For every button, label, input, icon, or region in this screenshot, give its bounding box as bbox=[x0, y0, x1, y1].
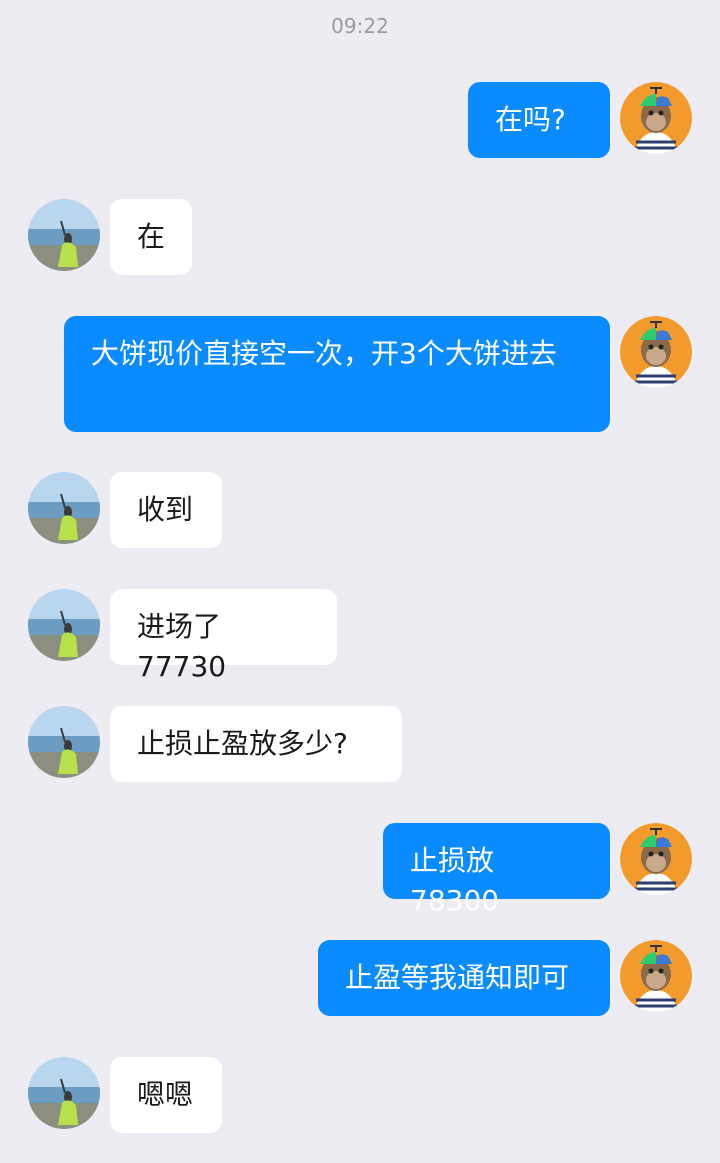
incoming-message-bubble[interactable]: 止损止盈放多少? bbox=[110, 706, 402, 782]
message-text: 在吗? bbox=[495, 103, 566, 136]
outgoing-message-bubble[interactable]: 止损放78300 bbox=[383, 823, 610, 917]
message-text: 大饼现价直接空一次，开3个大饼进去 bbox=[91, 337, 557, 370]
beach-avatar-icon[interactable] bbox=[28, 199, 100, 271]
message-text: 止损止盈放多少? bbox=[137, 727, 348, 760]
outgoing-message-bubble[interactable]: 大饼现价直接空一次，开3个大饼进去 bbox=[64, 316, 610, 432]
incoming-message-bubble[interactable]: 在 bbox=[110, 199, 192, 275]
monkey-avatar-icon[interactable] bbox=[620, 316, 692, 388]
beach-avatar-icon[interactable] bbox=[28, 589, 100, 661]
message-text: 嗯嗯 bbox=[137, 1078, 194, 1111]
message-text: 进场了77730 bbox=[137, 610, 227, 683]
beach-avatar-icon[interactable] bbox=[28, 1057, 100, 1129]
incoming-message-bubble[interactable]: 进场了77730 bbox=[110, 589, 337, 683]
beach-avatar-icon[interactable] bbox=[28, 706, 100, 778]
beach-avatar-icon[interactable] bbox=[28, 472, 100, 544]
monkey-avatar-icon[interactable] bbox=[620, 823, 692, 895]
monkey-avatar-icon[interactable] bbox=[620, 82, 692, 154]
message-text: 在 bbox=[137, 220, 166, 253]
incoming-message-bubble[interactable]: 收到 bbox=[110, 472, 222, 548]
monkey-avatar-icon[interactable] bbox=[620, 940, 692, 1012]
incoming-message-bubble[interactable]: 嗯嗯 bbox=[110, 1057, 222, 1133]
outgoing-message-bubble[interactable]: 止盈等我通知即可 bbox=[318, 940, 610, 1016]
timestamp: 09:22 bbox=[331, 14, 389, 38]
outgoing-message-bubble[interactable]: 在吗? bbox=[468, 82, 610, 158]
message-text: 止损放78300 bbox=[410, 844, 500, 917]
message-text: 止盈等我通知即可 bbox=[345, 961, 570, 994]
message-text: 收到 bbox=[137, 493, 194, 526]
